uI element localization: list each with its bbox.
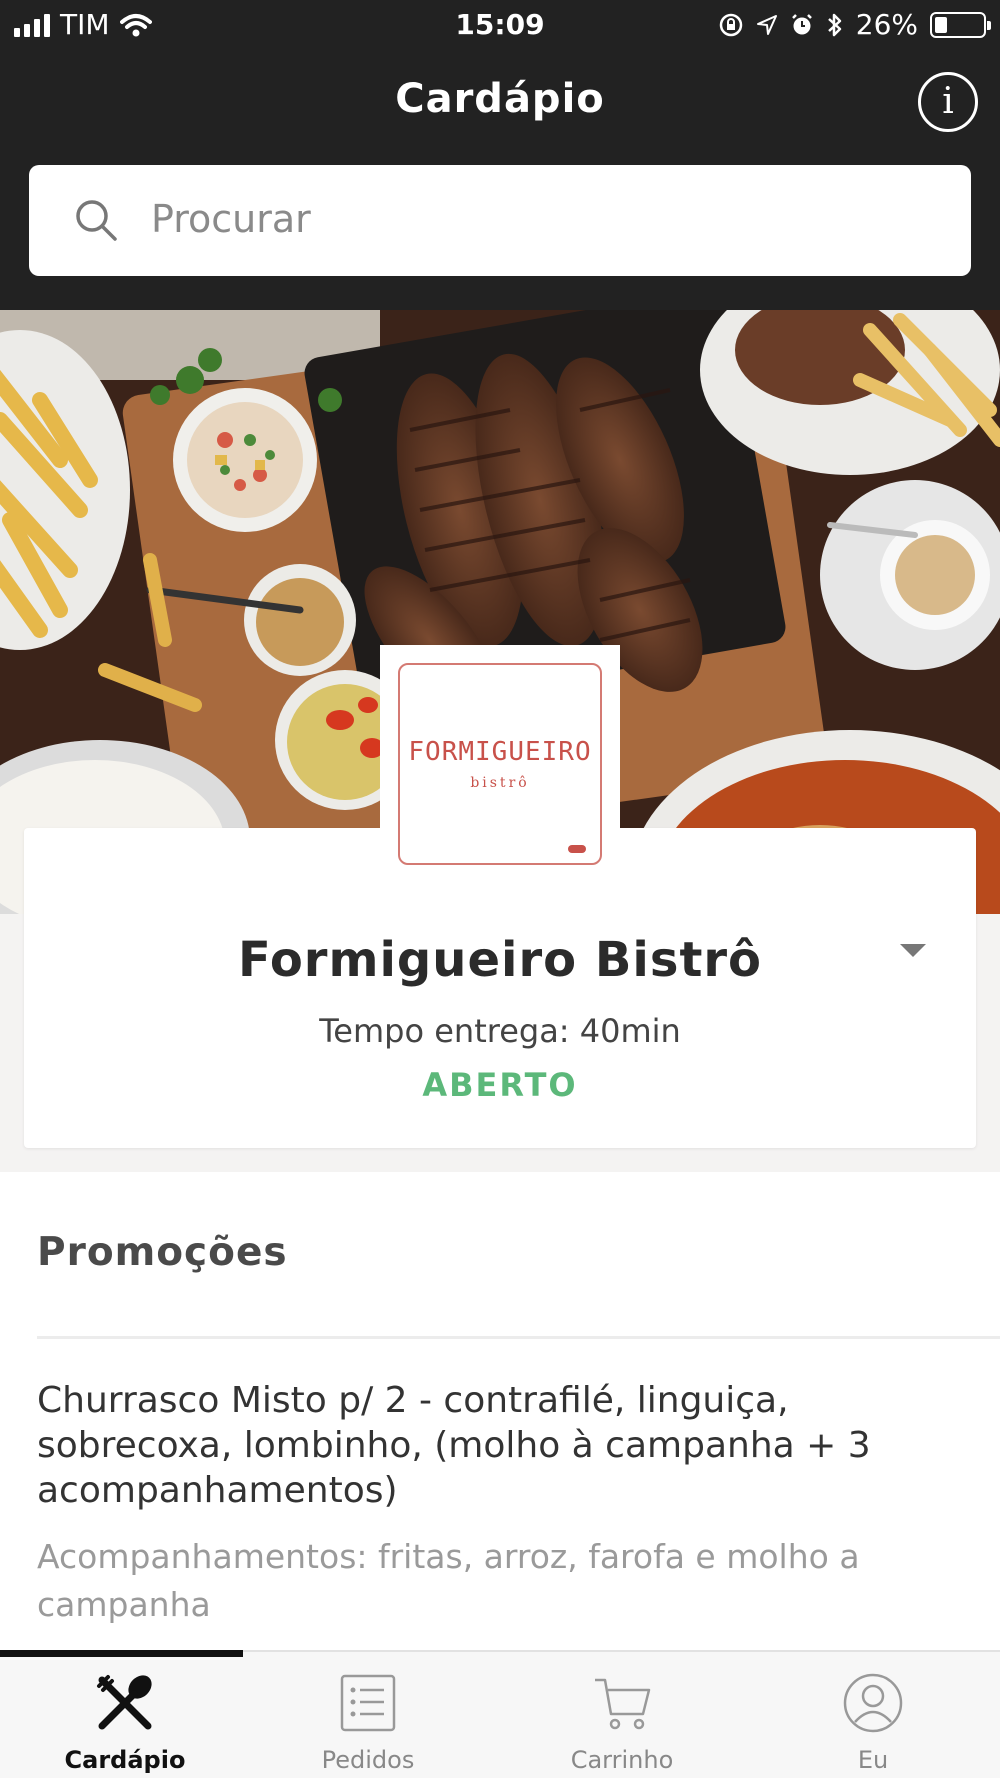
ant-icon (568, 845, 586, 853)
info-button[interactable]: i (918, 72, 978, 132)
status-right: 26% (718, 8, 991, 41)
tab-eu[interactable]: Eu (748, 1660, 998, 1778)
page-title: Cardápio (395, 76, 605, 122)
menu-item-title[interactable]: Churrasco Misto p/ 2 - contrafilé, lingu… (37, 1378, 937, 1513)
cart-icon (595, 1678, 651, 1730)
tab-cardapio[interactable]: Cardápio (0, 1660, 250, 1778)
status-badge: ABERTO (422, 1066, 578, 1104)
user-icon (843, 1673, 903, 1733)
restaurant-logo: FORMIGUEIRO bistrô (380, 645, 620, 875)
battery-level (935, 16, 947, 33)
search-placeholder: Procurar (151, 197, 311, 241)
logo-brand-text: FORMIGUEIRO (408, 737, 592, 767)
delivery-time: Tempo entrega: 40min (319, 1012, 681, 1050)
alarm-icon (791, 13, 812, 34)
tab-pedidos[interactable]: Pedidos (243, 1660, 493, 1778)
fork-spoon-icon (97, 1675, 152, 1730)
restaurant-name: Formigueiro Bistrô (237, 932, 763, 988)
section-divider (37, 1336, 1000, 1339)
battery-icon (930, 11, 991, 38)
orientation-lock-icon (719, 13, 743, 36)
app-header: TIM 15:09 26% Cardápio i Procurar (0, 0, 1000, 310)
battery-percent: 26% (855, 8, 918, 41)
tab-carrinho[interactable]: Carrinho (497, 1660, 747, 1778)
search-icon (76, 200, 117, 241)
search-input[interactable]: Procurar (29, 165, 971, 276)
chevron-down-icon[interactable] (900, 944, 926, 957)
active-tab-indicator (0, 1650, 243, 1657)
tab-label: Cardápio (64, 1746, 186, 1774)
tab-label: Pedidos (321, 1746, 415, 1774)
status-bar: TIM 15:09 26% (0, 0, 1000, 50)
tab-label: Eu (857, 1746, 889, 1774)
menu-item-description[interactable]: Acompanhamentos: fritas, arroz, farofa e… (37, 1533, 937, 1629)
section-title-promotions: Promoções (37, 1230, 288, 1275)
logo-sub-text: bistrô (470, 775, 530, 791)
list-icon (340, 1674, 396, 1732)
location-icon (756, 14, 777, 35)
bluetooth-icon (827, 13, 842, 36)
tab-label: Carrinho (570, 1746, 674, 1774)
